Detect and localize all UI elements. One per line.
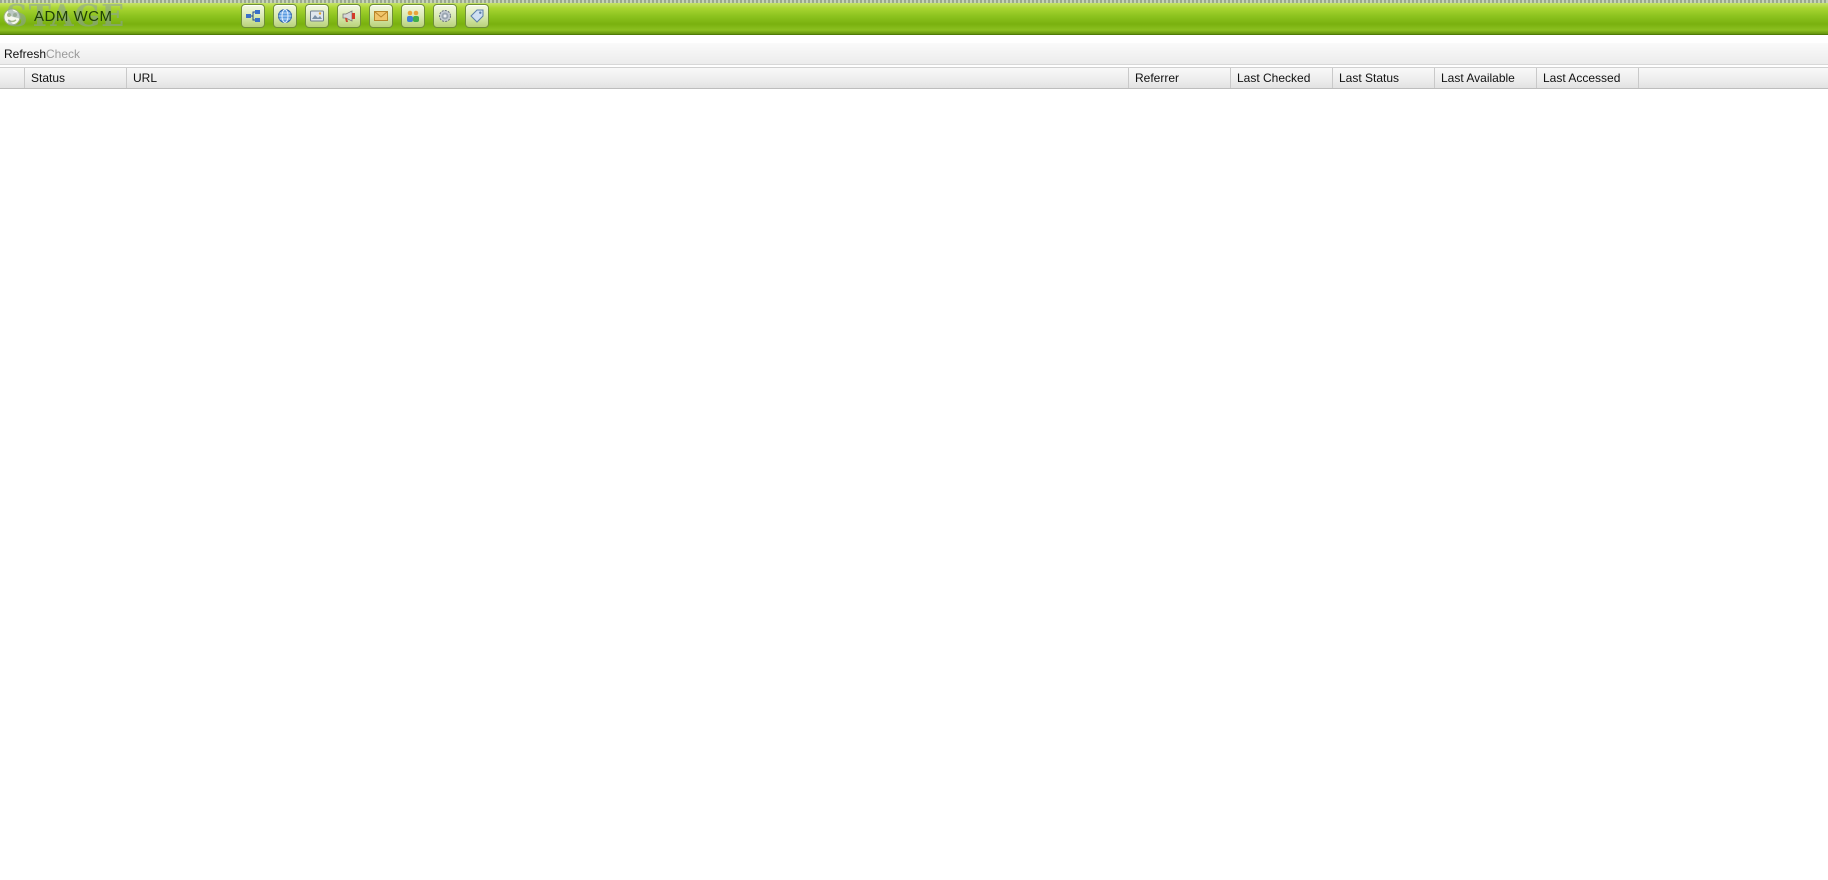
- users-icon: [407, 10, 419, 22]
- grid-body: [0, 89, 1828, 880]
- header-stripe: [0, 0, 1828, 3]
- announcement-button[interactable]: [337, 4, 361, 28]
- media-button[interactable]: [305, 4, 329, 28]
- settings-icon: [439, 10, 451, 22]
- mail-icon: [374, 11, 388, 21]
- check-button[interactable]: Check: [46, 46, 80, 62]
- action-toolbar: Refresh Check: [0, 43, 1828, 65]
- column-header-referrer[interactable]: Referrer: [1129, 68, 1231, 88]
- globe-icon: [278, 9, 292, 23]
- app-window: STAGE ADM WCM Refresh Check Status URL R…: [0, 0, 1828, 880]
- tag-button[interactable]: [465, 4, 489, 28]
- announcement-icon: [342, 10, 355, 22]
- column-header-last-checked[interactable]: Last Checked: [1231, 68, 1333, 88]
- grid-header: Status URL Referrer Last Checked Last St…: [0, 67, 1828, 89]
- users-button[interactable]: [401, 4, 425, 28]
- column-header-selector[interactable]: [0, 68, 25, 88]
- column-header-last-accessed[interactable]: Last Accessed: [1537, 68, 1639, 88]
- settings-button[interactable]: [433, 4, 457, 28]
- tag-icon: [470, 9, 484, 23]
- column-header-last-status[interactable]: Last Status: [1333, 68, 1435, 88]
- main-toolbar: [241, 4, 489, 30]
- sitemap-icon: [246, 10, 260, 22]
- refresh-button[interactable]: Refresh: [4, 46, 46, 62]
- sitemap-button[interactable]: [241, 4, 265, 28]
- mail-button[interactable]: [369, 4, 393, 28]
- globe-button[interactable]: [273, 4, 297, 28]
- logo[interactable]: STAGE ADM WCM: [0, 0, 200, 34]
- column-header-url[interactable]: URL: [127, 68, 1129, 88]
- top-header-bar: STAGE ADM WCM: [0, 0, 1828, 35]
- column-header-status[interactable]: Status: [25, 68, 127, 88]
- logo-brand-text: ADM WCM: [34, 8, 113, 25]
- media-icon: [310, 10, 324, 22]
- column-header-last-available[interactable]: Last Available: [1435, 68, 1537, 88]
